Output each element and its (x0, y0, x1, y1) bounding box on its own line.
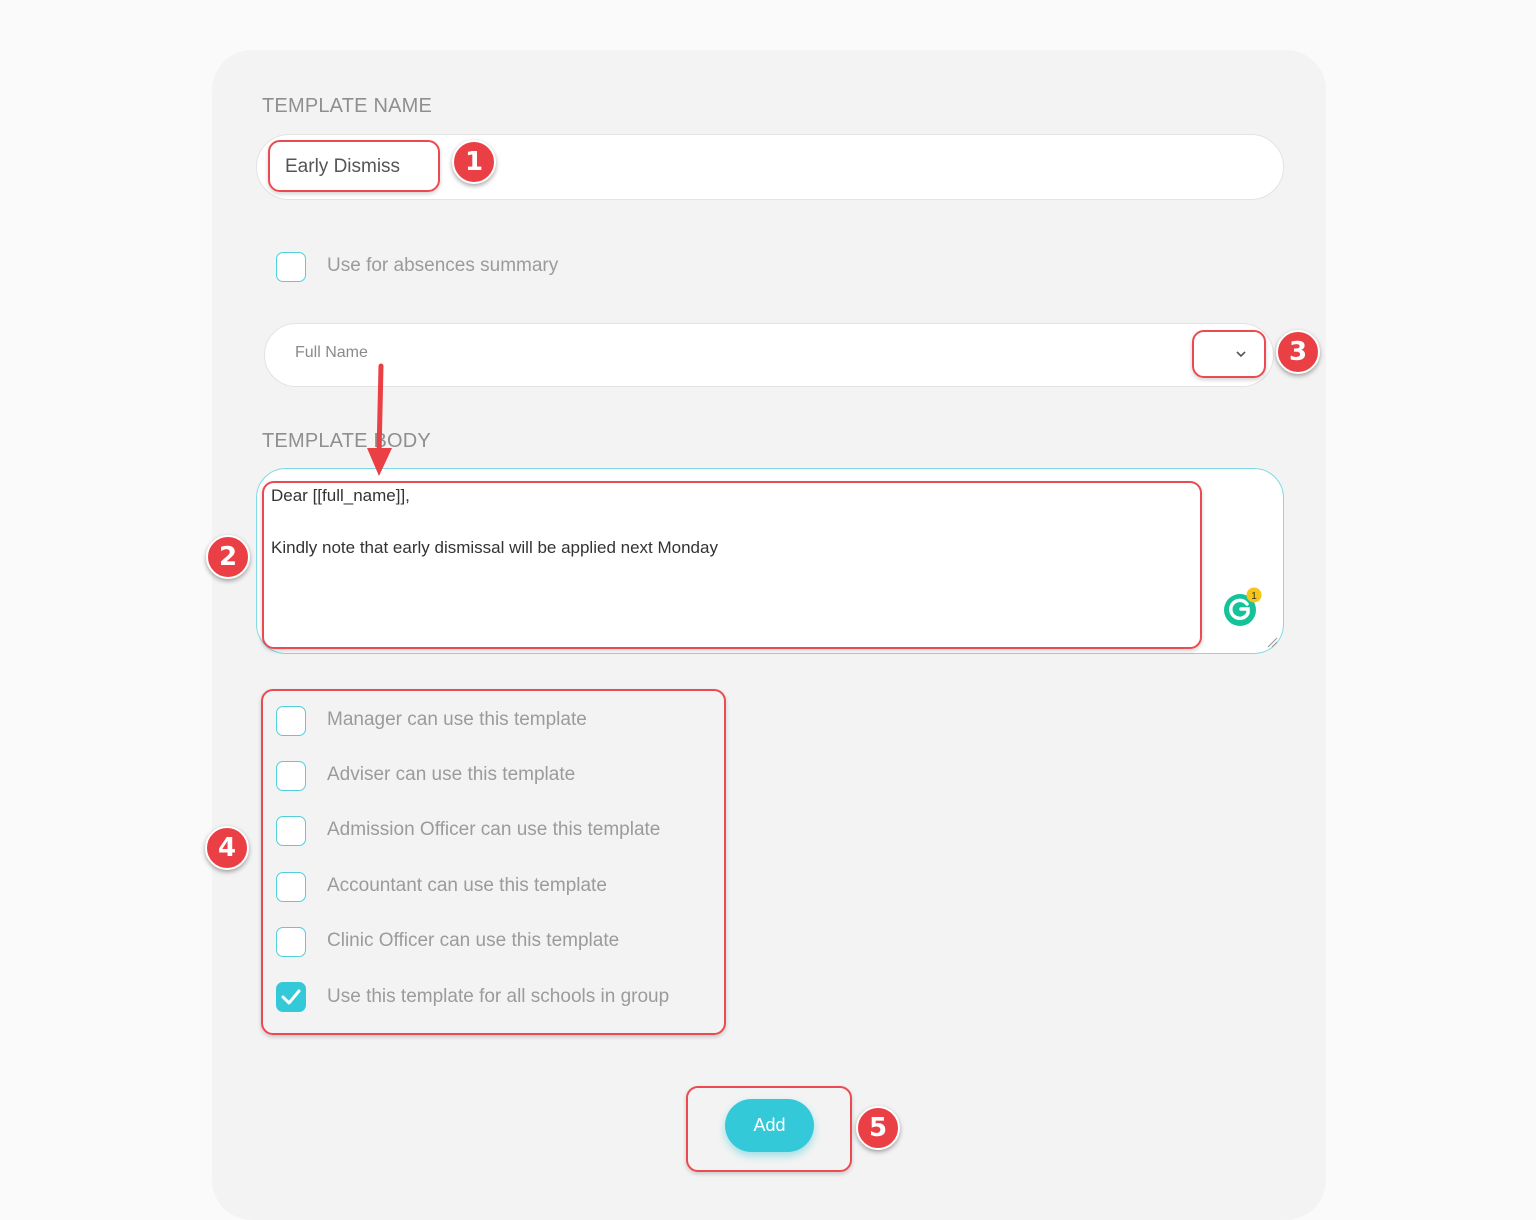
highlight-template-name (268, 140, 440, 192)
highlight-add-button (686, 1086, 852, 1172)
annotation-badge-3: 3 (1276, 330, 1320, 374)
annotation-badge-4: 4 (205, 826, 249, 870)
template-name-label: TEMPLATE NAME (262, 95, 433, 117)
resize-handle-icon[interactable] (1266, 636, 1278, 648)
highlight-permissions (261, 689, 726, 1035)
arrow-down-icon (367, 363, 392, 476)
placeholder-select-value: Full Name (295, 344, 368, 361)
annotation-badge-5: 5 (856, 1106, 900, 1150)
annotation-badge-2: 2 (206, 535, 250, 579)
grammarly-count: 1 (1251, 591, 1257, 602)
placeholder-select[interactable] (264, 323, 1274, 387)
template-body-label: TEMPLATE BODY (262, 430, 431, 452)
absences-summary-label: Use for absences summary (327, 255, 559, 276)
absences-summary-checkbox[interactable] (276, 252, 306, 282)
annotation-badge-1: 1 (452, 140, 496, 184)
grammarly-icon[interactable]: 1 (1220, 586, 1266, 630)
highlight-select-dropdown (1192, 330, 1266, 378)
highlight-template-body (262, 481, 1202, 649)
